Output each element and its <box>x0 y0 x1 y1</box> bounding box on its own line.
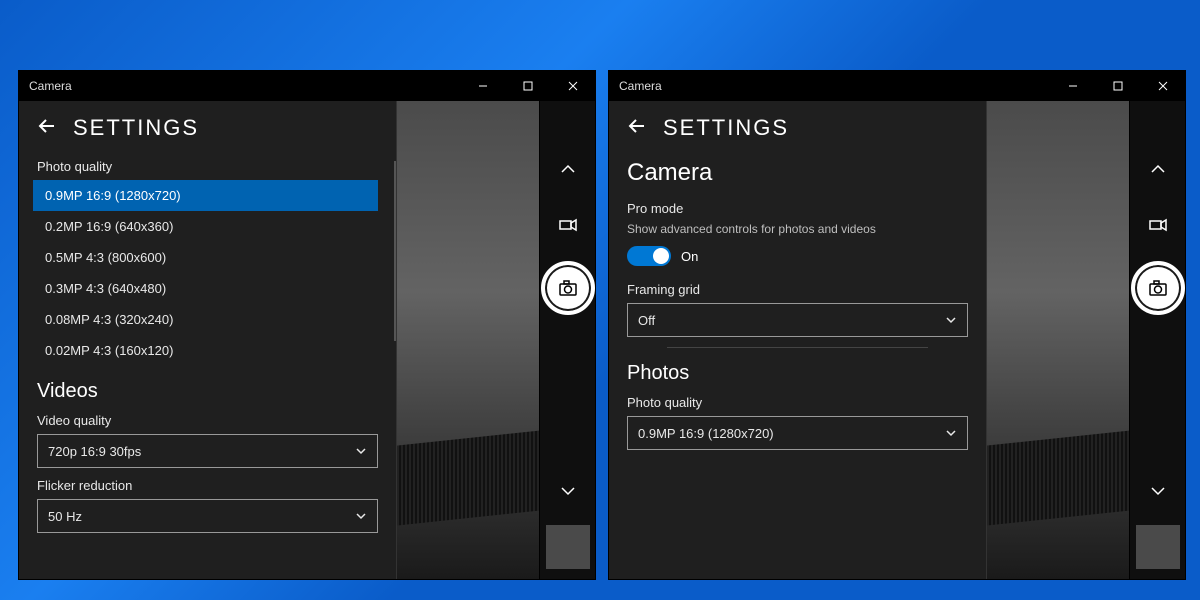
pro-mode-description: Show advanced controls for photos and vi… <box>627 222 968 236</box>
last-capture-thumbnail[interactable] <box>1136 525 1180 569</box>
photo-quality-value: 0.9MP 16:9 (1280x720) <box>638 426 774 441</box>
titlebar: Camera <box>19 71 595 101</box>
shutter-button[interactable] <box>1131 261 1185 315</box>
settings-title: SETTINGS <box>73 115 199 141</box>
pro-mode-toggle[interactable] <box>627 246 671 266</box>
photo-quality-option[interactable]: 0.02MP 4:3 (160x120) <box>33 335 378 366</box>
photo-quality-option[interactable]: 0.9MP 16:9 (1280x720) <box>33 180 378 211</box>
window-title: Camera <box>619 79 662 93</box>
camera-heading: Camera <box>627 159 968 187</box>
photos-heading: Photos <box>627 362 968 385</box>
scrollbar[interactable] <box>394 161 396 341</box>
right-toolbar <box>1129 101 1185 579</box>
photo-quality-option[interactable]: 0.3MP 4:3 (640x480) <box>33 273 378 304</box>
framing-grid-label: Framing grid <box>627 282 968 297</box>
close-button[interactable] <box>550 71 595 101</box>
chevron-down-icon <box>945 427 957 439</box>
settings-title: SETTINGS <box>663 115 789 141</box>
settings-panel: SETTINGS Camera Pro mode Show advanced c… <box>609 101 987 579</box>
video-mode-button[interactable] <box>540 197 596 253</box>
back-button[interactable] <box>627 116 647 141</box>
video-quality-label: Video quality <box>37 413 378 428</box>
preview-image <box>969 101 1129 579</box>
photo-quality-label: Photo quality <box>627 395 968 410</box>
photo-quality-option[interactable]: 0.5MP 4:3 (800x600) <box>33 242 378 273</box>
titlebar: Camera <box>609 71 1185 101</box>
flicker-reduction-value: 50 Hz <box>48 509 82 524</box>
minimize-button[interactable] <box>460 71 505 101</box>
preview-image <box>379 101 539 579</box>
close-button[interactable] <box>1140 71 1185 101</box>
right-toolbar <box>539 101 595 579</box>
back-button[interactable] <box>37 116 57 141</box>
camera-icon <box>1148 278 1168 298</box>
viewfinder: SETTINGS Camera Pro mode Show advanced c… <box>609 101 1129 579</box>
settings-panel: SETTINGS Photo quality 0.9MP 16:9 (1280x… <box>19 101 397 579</box>
videos-heading: Videos <box>37 380 378 403</box>
expand-down-button[interactable] <box>1130 463 1186 519</box>
photo-quality-dropdown[interactable]: 0.9MP 16:9 (1280x720) <box>627 416 968 450</box>
maximize-button[interactable] <box>505 71 550 101</box>
divider <box>667 347 928 348</box>
collapse-up-button[interactable] <box>1130 141 1186 197</box>
camera-window-left: Camera SETTINGS Photo quality 0.9MP 16:9… <box>18 70 596 580</box>
chevron-down-icon <box>945 314 957 326</box>
chevron-down-icon <box>355 445 367 457</box>
collapse-up-button[interactable] <box>540 141 596 197</box>
viewfinder: SETTINGS Photo quality 0.9MP 16:9 (1280x… <box>19 101 539 579</box>
pro-mode-state: On <box>681 249 698 264</box>
shutter-button[interactable] <box>541 261 595 315</box>
camera-window-right: Camera SETTINGS Camera Pro mode Show adv… <box>608 70 1186 580</box>
chevron-down-icon <box>355 510 367 522</box>
window-title: Camera <box>29 79 72 93</box>
photo-quality-label: Photo quality <box>37 159 378 174</box>
flicker-reduction-label: Flicker reduction <box>37 478 378 493</box>
last-capture-thumbnail[interactable] <box>546 525 590 569</box>
minimize-button[interactable] <box>1050 71 1095 101</box>
camera-icon <box>558 278 578 298</box>
video-quality-value: 720p 16:9 30fps <box>48 444 141 459</box>
maximize-button[interactable] <box>1095 71 1140 101</box>
framing-grid-value: Off <box>638 313 655 328</box>
video-quality-dropdown[interactable]: 720p 16:9 30fps <box>37 434 378 468</box>
photo-quality-option[interactable]: 0.08MP 4:3 (320x240) <box>33 304 378 335</box>
pro-mode-label: Pro mode <box>627 201 968 216</box>
flicker-reduction-dropdown[interactable]: 50 Hz <box>37 499 378 533</box>
expand-down-button[interactable] <box>540 463 596 519</box>
video-mode-button[interactable] <box>1130 197 1186 253</box>
framing-grid-dropdown[interactable]: Off <box>627 303 968 337</box>
photo-quality-option[interactable]: 0.2MP 16:9 (640x360) <box>33 211 378 242</box>
